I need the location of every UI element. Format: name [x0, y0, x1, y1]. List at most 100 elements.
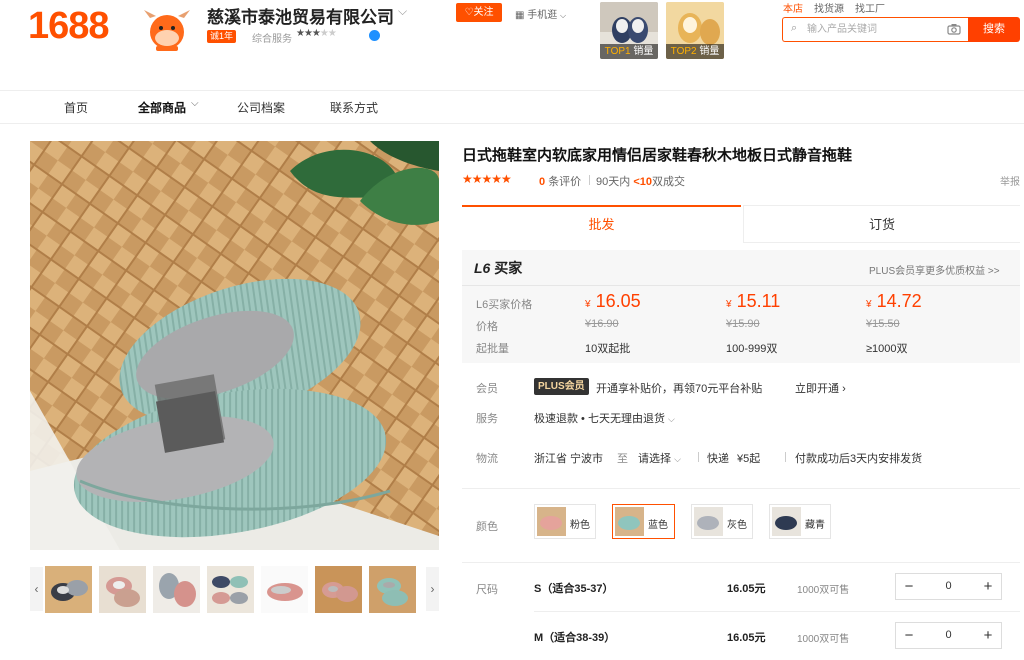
color-swatch — [615, 507, 644, 536]
search-box: ⌕ — [782, 17, 968, 42]
rating-stars: ★★★★★ — [462, 172, 512, 186]
thumbnail[interactable] — [369, 566, 416, 613]
size-name: M（适合38-39） — [534, 632, 616, 644]
divider — [462, 285, 1020, 286]
tab-wholesale[interactable]: 批发 — [462, 205, 741, 243]
chevron-down-icon: ⌵ — [191, 98, 199, 109]
service-text[interactable]: 极速退款 • 七天无理由退货 ⌵ — [534, 410, 675, 426]
price-row-label: 价格 — [476, 321, 498, 333]
plus-benefits-link[interactable]: PLUS会员享更多优质权益 >> — [869, 262, 1000, 277]
service-label: 服务 — [476, 413, 498, 425]
size-stock: 1000双可售 — [797, 634, 850, 645]
tier-price: ¥ 15.11 — [726, 291, 781, 311]
divider — [785, 452, 786, 462]
destination-select[interactable]: 请选择 ⌵ — [638, 450, 681, 466]
tier-price: ¥ 14.72 — [866, 291, 922, 311]
divider — [462, 488, 1020, 489]
chevron-right-icon: › — [842, 383, 846, 395]
color-option-gray[interactable]: 灰色 — [691, 504, 753, 539]
verified-icon — [369, 30, 380, 41]
top-product-1[interactable]: TOP1 销量 — [600, 2, 658, 59]
color-option-navy[interactable]: 藏青 — [769, 504, 831, 539]
nav-all-products[interactable]: 全部商品 — [138, 99, 186, 116]
chevron-down-icon: ⌵ — [560, 11, 567, 20]
member-text: 开通享补贴价，再领70元平台补贴 — [596, 383, 763, 395]
divider — [698, 452, 699, 462]
size-stock: 1000双可售 — [797, 585, 850, 596]
shop-name[interactable]: 慈溪市泰池贸易有限公司 — [207, 3, 394, 28]
price-row-label: L6买家价格 — [476, 299, 533, 311]
main-product-image[interactable] — [30, 141, 439, 550]
logistics-label: 物流 — [476, 453, 498, 465]
search-tab-factory[interactable]: 找工厂 — [855, 0, 885, 15]
search-input[interactable] — [783, 18, 943, 41]
top-product-label: TOP2 销量 — [666, 44, 724, 59]
tab-order[interactable]: 订货 — [743, 205, 1020, 243]
thumbnail[interactable] — [99, 566, 146, 613]
ship-origin: 浙江省 宁波市 — [534, 453, 604, 465]
product-title: 日式拖鞋室内软底家用情侣居家鞋春秋木地板日式静音拖鞋 — [462, 147, 853, 164]
thumbnail[interactable] — [45, 566, 92, 613]
plus-member-badge: PLUS会员 — [534, 378, 589, 395]
follow-button[interactable]: ♡关注 — [456, 3, 502, 22]
divider — [534, 611, 1020, 612]
color-option-pink[interactable]: 粉色 — [534, 504, 596, 539]
size-price: 16.05元 — [727, 632, 766, 644]
top-product-2[interactable]: TOP2 销量 — [666, 2, 724, 59]
top-product-label: TOP1 销量 — [600, 44, 658, 59]
camera-icon[interactable] — [947, 22, 961, 40]
tier-price: ¥ 16.05 — [585, 291, 641, 311]
shipping-fee: ¥5起 — [737, 453, 761, 465]
color-option-blue[interactable]: 蓝色 — [612, 504, 675, 539]
quantity-stepper: − 0 + — [895, 622, 1002, 649]
quantity-value[interactable]: 0 — [922, 574, 975, 599]
deal-count: 90天内 <10双成交 — [596, 176, 685, 188]
thumbnail[interactable] — [315, 566, 362, 613]
years-badge: 诚1年 — [207, 30, 237, 43]
size-price: 16.05元 — [727, 583, 766, 595]
chevron-down-icon: ⌵ — [674, 454, 681, 464]
divider — [589, 175, 590, 185]
size-label: 尺码 — [476, 584, 498, 596]
color-swatch — [537, 507, 566, 536]
ship-time: 付款成功后3天内安排发货 — [795, 453, 923, 465]
ship-to-label: 至 — [617, 453, 628, 465]
tier-moq: 10双起批 — [585, 343, 631, 355]
color-label: 颜色 — [476, 521, 498, 533]
report-link[interactable]: 举报 — [1000, 173, 1020, 188]
express-label: 快递 — [707, 453, 729, 465]
service-rating-label: 综合服务 — [252, 34, 292, 45]
tier-moq: ≥1000双 — [866, 343, 908, 355]
thumbnail[interactable] — [261, 566, 308, 613]
search-button[interactable]: 搜索 — [968, 17, 1020, 42]
site-logo[interactable]: 1688 — [28, 5, 110, 48]
open-membership-link[interactable]: 立即开通 › — [795, 380, 846, 396]
nav-company-profile[interactable]: 公司档案 — [237, 99, 285, 116]
price-row-label: 起批量 — [476, 343, 509, 355]
tier-old-price: ¥16.90 — [585, 318, 619, 330]
thumbnail[interactable] — [153, 566, 200, 613]
minus-button[interactable]: − — [896, 574, 922, 599]
thumbnail[interactable] — [207, 566, 254, 613]
tier-old-price: ¥15.50 — [866, 318, 900, 330]
minus-button[interactable]: − — [896, 623, 922, 648]
tier-old-price: ¥15.90 — [726, 318, 760, 330]
quantity-stepper: − 0 + — [895, 573, 1002, 600]
search-tab-source[interactable]: 找货源 — [814, 0, 844, 15]
plus-button[interactable]: + — [975, 623, 1001, 648]
review-count[interactable]: 0 条评价 — [539, 173, 581, 189]
thumb-next-arrow[interactable]: › — [426, 567, 439, 611]
mobile-browse-link[interactable]: ▦ 手机逛 ⌵ — [515, 6, 566, 21]
thumb-prev-arrow[interactable]: ‹ — [30, 567, 43, 611]
shop-avatar-icon — [142, 8, 192, 52]
nav-home[interactable]: 首页 — [64, 99, 88, 116]
search-tab-store[interactable]: 本店 — [783, 0, 803, 15]
chevron-down-icon[interactable]: ⌵ — [398, 4, 407, 19]
member-label: 会员 — [476, 383, 498, 395]
buyer-tier-title: L6 买家 — [474, 260, 523, 276]
size-name: S（适合35-37） — [534, 583, 614, 595]
plus-button[interactable]: + — [975, 574, 1001, 599]
tier-moq: 100-999双 — [726, 343, 778, 355]
quantity-value[interactable]: 0 — [922, 623, 975, 648]
nav-contact[interactable]: 联系方式 — [330, 99, 378, 116]
